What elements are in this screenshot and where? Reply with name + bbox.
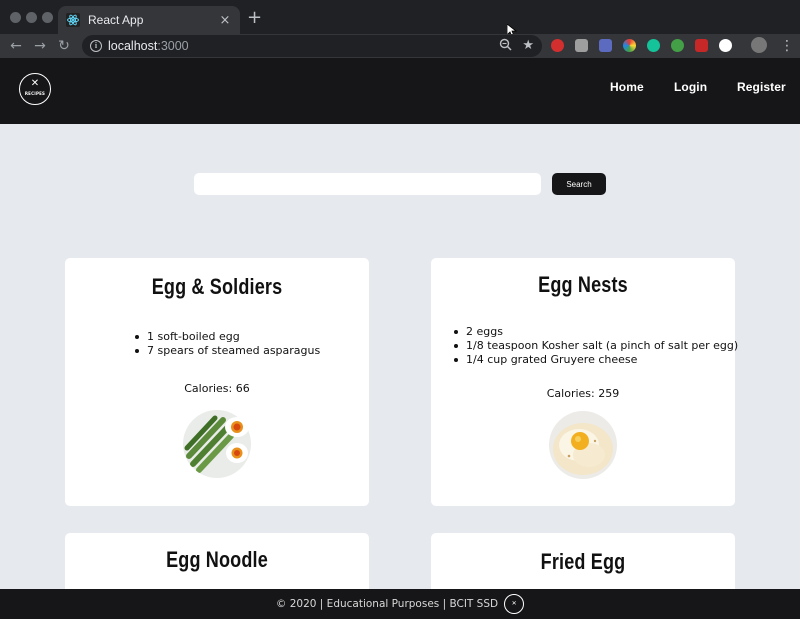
recipe-title: Egg Noodle (166, 547, 268, 572)
ingredient-list: 2 eggs 1/8 teaspoon Kosher salt (a pinch… (454, 325, 738, 367)
site-info-icon[interactable]: i (90, 40, 102, 52)
ingredient-list: 1 soft-boiled egg 7 spears of steamed as… (135, 330, 320, 358)
kebab-menu-icon[interactable]: ⋮ (780, 37, 794, 55)
react-favicon-icon (66, 13, 80, 27)
browser-tab[interactable]: React App × (58, 6, 240, 34)
extension-screenshot-icon[interactable] (599, 39, 612, 52)
app-footer: © 2020 | Educational Purposes | BCIT SSD… (0, 589, 800, 619)
recipe-title: Egg & Soldiers (151, 274, 283, 299)
extension-adblock-icon[interactable] (551, 39, 564, 52)
new-tab-button[interactable]: + (247, 8, 262, 28)
forward-arrow-icon[interactable]: → (31, 37, 49, 55)
window-minimize-dot[interactable] (26, 12, 37, 23)
reload-icon[interactable]: ↻ (55, 37, 73, 55)
nav-home[interactable]: Home (610, 80, 644, 94)
recipe-title: Fried Egg (540, 549, 626, 574)
recipe-photo-egg-nests (549, 411, 617, 479)
window-close-dot[interactable] (10, 12, 21, 23)
recipe-title: Egg Nests (538, 272, 628, 297)
address-bar[interactable]: i localhost :3000 ★ (82, 35, 542, 57)
footer-text: © 2020 | Educational Purposes | BCIT SSD (275, 598, 499, 610)
calories-label: Calories: 66 (184, 382, 250, 395)
nav-register[interactable]: Register (737, 80, 786, 94)
calories-label: Calories: 259 (546, 387, 620, 400)
recipe-card[interactable]: Egg Nests 2 eggs 1/8 teaspoon Kosher sal… (431, 258, 738, 506)
ingredient-item: 1/8 teaspoon Kosher salt (a pinch of sal… (454, 339, 738, 353)
search-button[interactable]: Search (552, 173, 606, 195)
recipes-logo[interactable]: ✕ RECIPES (19, 73, 51, 105)
ingredient-item: 1 soft-boiled egg (135, 330, 320, 344)
ingredient-item: 1/4 cup grated Gruyere cheese (454, 353, 738, 367)
recipe-photo-egg-soldiers (183, 410, 251, 478)
bookmark-star-icon[interactable]: ★ (522, 38, 534, 54)
window-zoom-dot[interactable] (42, 12, 53, 23)
url-port: :3000 (157, 39, 189, 53)
app-header: ✕ RECIPES Home Login Register (0, 58, 800, 124)
zoom-icon[interactable] (499, 38, 512, 51)
browser-tab-bar: React App × + (0, 0, 800, 38)
ingredient-item: 2 eggs (454, 325, 738, 339)
profile-avatar[interactable] (751, 37, 767, 53)
extension-bookmark-icon[interactable] (695, 39, 708, 52)
tab-title: React App (88, 13, 144, 27)
tab-close-icon[interactable]: × (218, 13, 232, 28)
extension-color-picker-icon[interactable] (623, 39, 636, 52)
footer-logo: ✕ (504, 594, 525, 614)
nav-login[interactable]: Login (674, 80, 707, 94)
extension-dark-mode-icon[interactable] (719, 39, 732, 52)
extension-grammarly-icon[interactable] (647, 39, 660, 52)
search-input[interactable] (194, 173, 541, 195)
ingredient-item: 7 spears of steamed asparagus (135, 344, 320, 358)
recipe-card[interactable]: Egg & Soldiers 1 soft-boiled egg 7 spear… (65, 258, 369, 506)
extension-gear-icon[interactable] (671, 39, 684, 52)
extension-reader-icon[interactable] (575, 39, 588, 52)
browser-toolbar: ← → ↻ i localhost :3000 ★ ⋮ (0, 34, 800, 58)
fork-knife-icon: ✕ (30, 78, 40, 89)
back-arrow-icon[interactable]: ← (7, 37, 25, 55)
logo-text: RECIPES (24, 91, 46, 96)
url-host: localhost (108, 39, 158, 53)
